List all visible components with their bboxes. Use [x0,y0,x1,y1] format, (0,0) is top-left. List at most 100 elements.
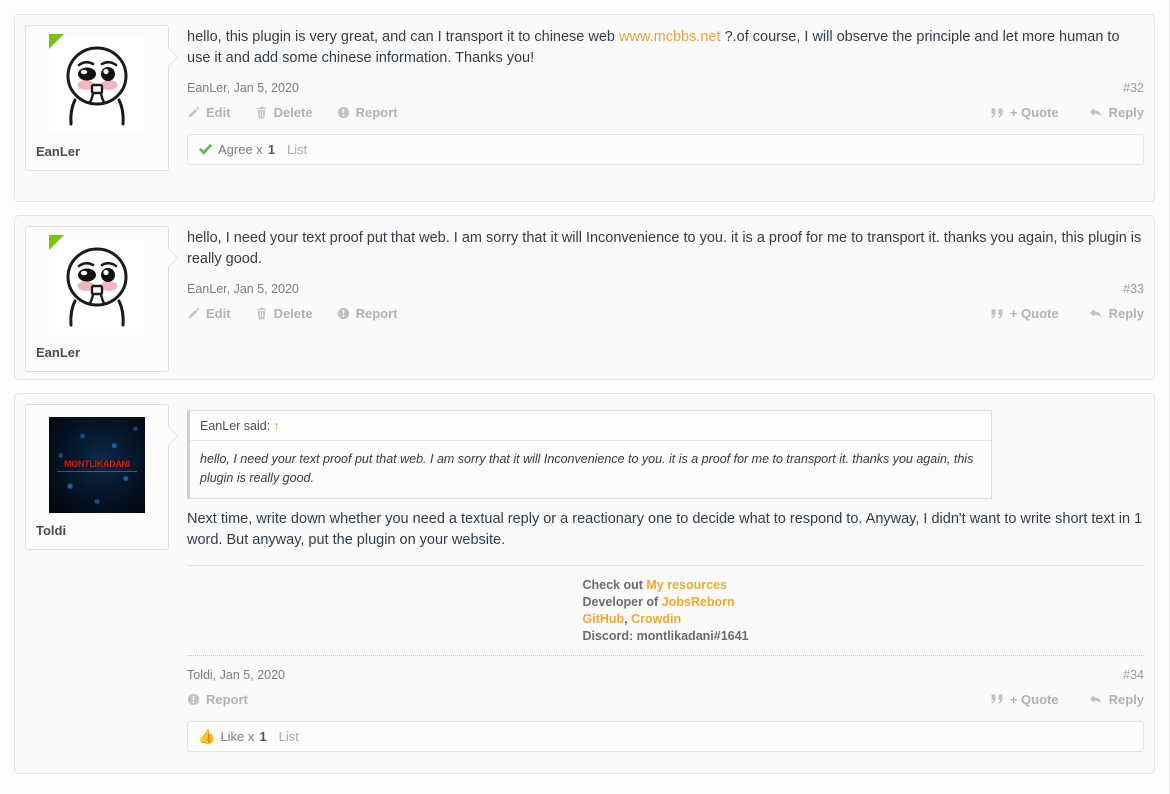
signature-line-1-prefix: Check out [582,577,647,592]
reply-button[interactable]: Reply [1089,692,1144,707]
online-status-icon [49,235,64,250]
post-user-column: EanLer [25,25,169,171]
rating-count: 1 [259,728,267,744]
post-body: hello, I need your text proof put that w… [187,230,1142,268]
signature-link-jobsreborn[interactable]: JobsReborn [662,595,735,609]
edit-button[interactable]: Edit [187,105,231,120]
post-actions-right: + Quote Reply [960,306,1144,321]
delete-label: Delete [273,306,313,322]
report-label: Report [355,306,398,322]
quote-text: hello, I need your text proof put that w… [190,441,991,498]
signature-link-my-resources[interactable]: My resources [646,578,727,592]
avatar[interactable] [49,34,145,134]
avatar-image [49,38,145,134]
post-author-name[interactable]: EanLer [36,144,158,160]
post-meta-author-date[interactable]: EanLer, Jan 5, 2020 [187,282,299,296]
post-container: EanLer hello, I need your text proof put… [14,215,1155,380]
post-actions-row: Edit Delete Report + Quote Reply [187,306,1144,323]
avatar[interactable] [49,235,145,335]
post-message-column: hello, I need your text proof put that w… [169,226,1144,372]
delete-label: Delete [273,105,313,121]
avatar-nickname-text: MONTLIKADANI [49,459,145,473]
quote-header: EanLer said: ↑ [190,411,991,441]
quote-label: + Quote [1009,691,1059,707]
post-user-column: MONTLIKADANI Toldi [25,404,169,752]
quote-marks-icon [991,694,1003,704]
reply-label: Reply [1108,105,1144,121]
post-container: EanLer hello, this plugin is very great,… [14,14,1155,202]
quote-label: + Quote [1009,306,1059,322]
quote-label: + Quote [1009,105,1059,121]
post-meta-author-date[interactable]: EanLer, Jan 5, 2020 [187,81,299,95]
quote-author-label[interactable]: EanLer said: [200,419,270,433]
post-actions-row: Edit Delete Report + Quote Reply [187,105,1144,122]
user-card[interactable]: EanLer [25,25,169,171]
forum-thread-page: EanLer hello, this plugin is very great,… [0,0,1170,794]
quote-button[interactable]: + Quote [990,105,1059,120]
rating-label: Like x [220,728,255,744]
rating-list-link[interactable]: List [287,142,307,157]
post-actions-left: Report [187,692,272,707]
post-message-column: EanLer said: ↑ hello, I need your text pr… [169,404,1144,752]
post-author-name[interactable]: Toldi [36,523,158,539]
reply-button[interactable]: Reply [1089,105,1144,120]
rating-list-link[interactable]: List [279,729,299,744]
external-link-mcbbs[interactable]: www.mcbbs.net [619,29,721,45]
post-user-column: EanLer [25,226,169,372]
post-actions-left: Edit Delete Report [187,105,421,120]
reply-button[interactable]: Reply [1089,306,1144,321]
reply-arrow-icon [1089,694,1101,704]
post-body: Next time, write down whether you need a… [187,510,1143,548]
avatar-image [49,239,145,335]
delete-button[interactable]: Delete [255,105,313,120]
report-button[interactable]: Report [337,105,398,121]
delete-button[interactable]: Delete [255,306,313,321]
post-number[interactable]: #34 [1123,668,1144,682]
green-check-icon [198,143,213,156]
post-meta-row: EanLer, Jan 5, 2020 #32 [187,81,1144,95]
user-card[interactable]: EanLer [25,226,169,372]
pencil-icon [188,107,199,118]
quote-button[interactable]: + Quote [990,692,1059,707]
quote-jump-arrow-icon[interactable]: ↑ [273,418,280,433]
post-actions-left: Edit Delete Report [187,306,421,321]
avatar[interactable]: MONTLIKADANI [49,417,145,513]
rating-count: 1 [267,142,276,158]
post-body-text-before-link: hello, this plugin is very great, and ca… [187,29,620,45]
post-actions-row: Report + Quote Reply [187,692,1144,709]
edit-label: Edit [206,306,231,322]
online-status-icon [49,34,64,49]
quote-marks-icon [991,308,1003,319]
exclamation-circle-icon [337,106,349,119]
user-card[interactable]: MONTLIKADANI Toldi [25,404,169,550]
reply-label: Reply [1108,306,1144,322]
post-number[interactable]: #33 [1123,282,1144,296]
post-meta-row: Toldi, Jan 5, 2020 #34 [187,668,1144,682]
edit-label: Edit [206,105,231,121]
report-label: Report [206,691,248,707]
post-ratings-bar: Agree x 1 List [187,134,1144,166]
signature-link-crowdin[interactable]: Crowdin [631,612,681,626]
signature-line-1: Check out My resources [582,577,748,594]
reply-arrow-icon [1089,108,1101,117]
post-actions-right: + Quote Reply [960,692,1144,707]
exclamation-circle-icon [337,307,349,320]
edit-button[interactable]: Edit [187,306,231,321]
report-label: Report [355,105,398,121]
post-author-name[interactable]: EanLer [36,345,158,361]
trash-icon [256,106,266,119]
quote-button[interactable]: + Quote [990,306,1059,321]
post-actions-right: + Quote Reply [960,105,1144,120]
signature-line-3: GitHub, Crowdin [582,611,748,628]
report-button[interactable]: Report [337,306,398,322]
user-signature: Check out My resources Developer of Jobs… [187,564,1144,656]
post-body: hello, this plugin is very great, and ca… [187,27,1144,69]
pencil-icon [188,308,199,319]
signature-link-github[interactable]: GitHub [582,612,624,626]
post-number[interactable]: #32 [1123,81,1144,95]
quote-block: EanLer said: ↑ hello, I need your text pr… [187,410,992,499]
post-meta-author-date[interactable]: Toldi, Jan 5, 2020 [187,668,285,682]
thumbs-up-icon: 👍 [198,728,216,745]
reply-arrow-icon [1089,309,1101,318]
report-button[interactable]: Report [187,692,248,707]
